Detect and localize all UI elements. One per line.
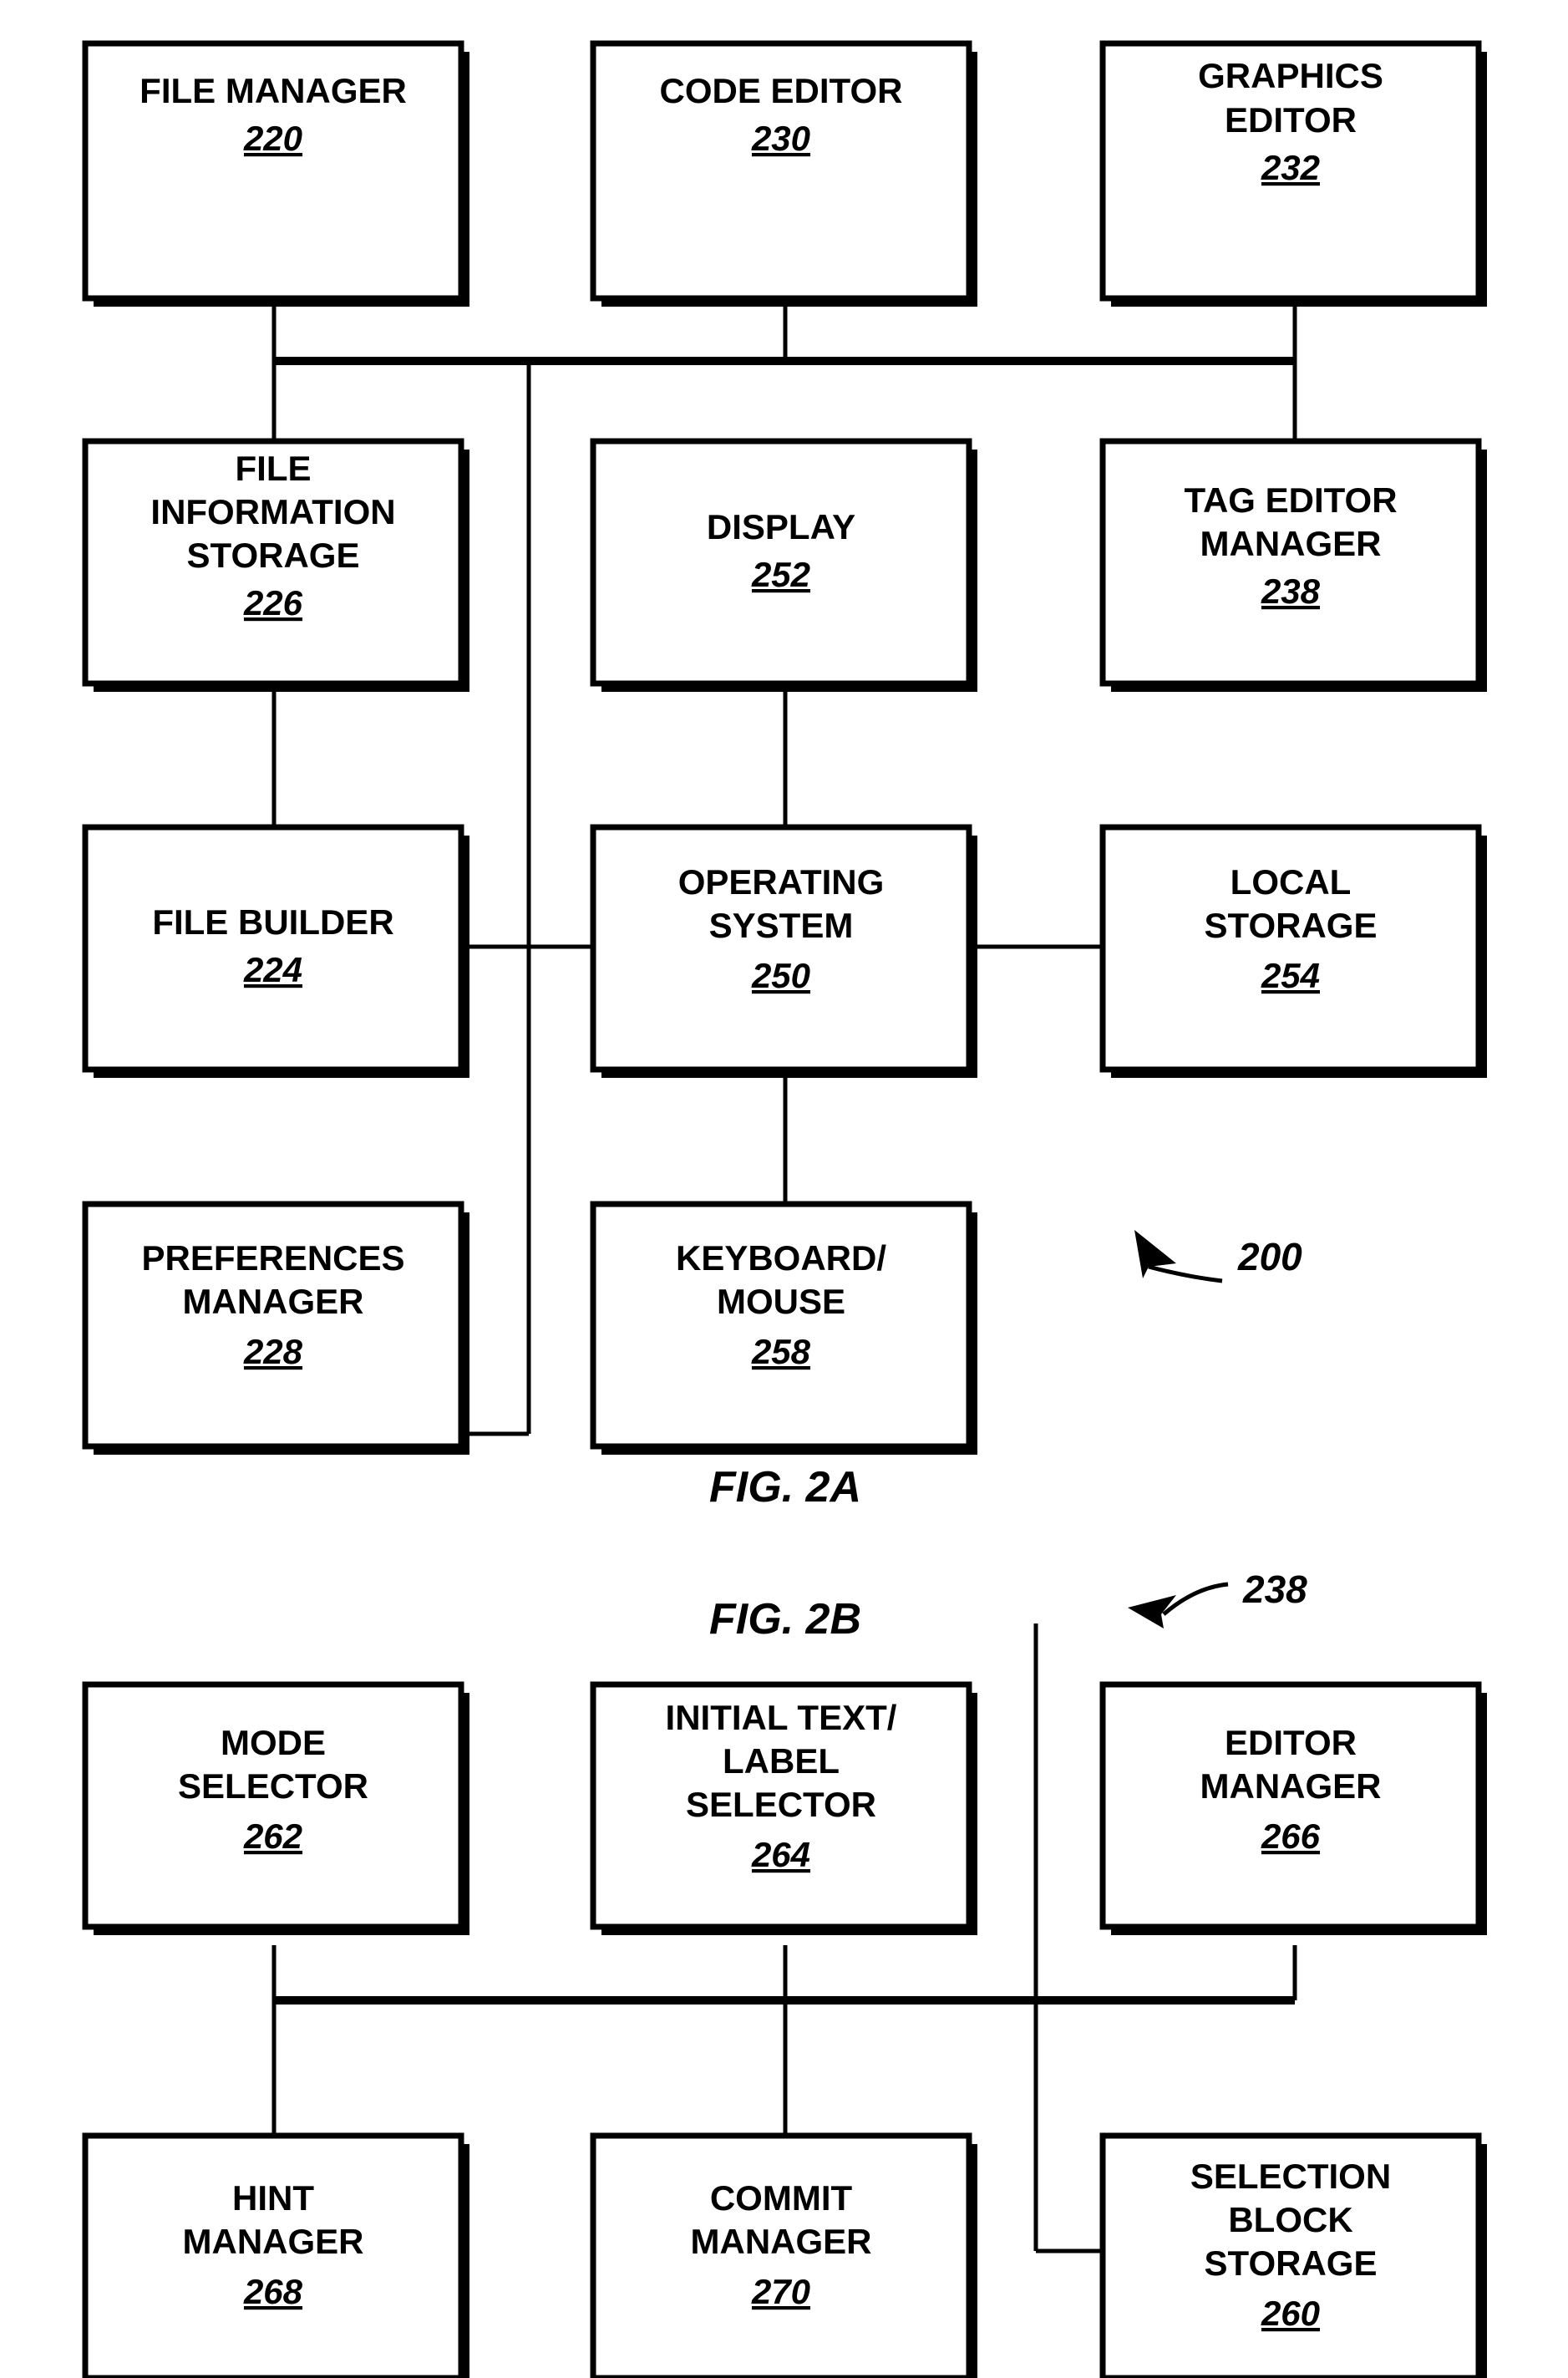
- box-file-builder[interactable]: FILE BUILDER 224: [82, 824, 469, 1078]
- box-label-line: FILE BUILDER: [152, 902, 393, 942]
- box-label-line: INFORMATION: [150, 492, 395, 531]
- box-label-line: MANAGER: [1200, 524, 1382, 563]
- box-reference-number: 264: [751, 1835, 810, 1874]
- box-hint-manager[interactable]: HINT MANAGER 268: [82, 2132, 469, 2378]
- box-preferences-manager[interactable]: PREFERENCES MANAGER 228: [82, 1201, 469, 1455]
- box-reference-number: 232: [1261, 148, 1320, 187]
- box-selection-block-storage[interactable]: SELECTION BLOCK STORAGE 260: [1099, 2132, 1487, 2378]
- box-reference-number: 230: [751, 119, 810, 158]
- box-label-line: SELECTOR: [686, 1785, 876, 1824]
- box-label-line: PREFERENCES: [141, 1238, 404, 1278]
- box-label-line: GRAPHICS: [1198, 56, 1383, 95]
- box-reference-number: 238: [1261, 572, 1321, 611]
- box-reference-number: 254: [1261, 956, 1320, 995]
- block-diagram-canvas: FILE MANAGER 220 CODE EDITOR 230 GRAPHIC…: [82, 40, 1487, 2378]
- box-label-line: SYSTEM: [709, 906, 854, 945]
- box-reference-number: 252: [751, 555, 810, 594]
- box-label-line: CODE EDITOR: [660, 71, 903, 110]
- box-label-line: DISPLAY: [707, 507, 855, 546]
- box-label-line: BLOCK: [1228, 2200, 1352, 2239]
- box-reference-number: 226: [243, 583, 303, 622]
- box-label-line: COMMIT: [710, 2178, 853, 2218]
- box-label-line: KEYBOARD/: [676, 1238, 886, 1278]
- box-operating-system[interactable]: OPERATING SYSTEM 250: [590, 824, 977, 1078]
- leader-line: [1148, 1264, 1223, 1283]
- box-label-line: STORAGE: [1205, 2243, 1378, 2283]
- box-label-line: MANAGER: [183, 2222, 364, 2261]
- box-local-storage[interactable]: LOCAL STORAGE 254: [1099, 824, 1487, 1078]
- box-file-manager[interactable]: FILE MANAGER 220: [82, 40, 469, 307]
- box-reference-number: 268: [243, 2272, 303, 2311]
- figure-caption-2b: FIG. 2B: [709, 1595, 861, 1644]
- reference-callout-200: 200: [1134, 1230, 1302, 1283]
- box-label-line: LABEL: [723, 1741, 840, 1781]
- box-label-line: EDITOR: [1225, 100, 1357, 140]
- box-reference-number: 250: [751, 956, 810, 995]
- reference-callout-238: 238: [1128, 1568, 1307, 1629]
- box-label-line: EDITOR: [1225, 1723, 1357, 1762]
- box-label-line: MOUSE: [717, 1282, 845, 1321]
- box-reference-number: 228: [243, 1332, 303, 1371]
- box-label-line: TAG EDITOR: [1184, 480, 1397, 520]
- box-reference-number: 262: [243, 1817, 302, 1856]
- box-label-line: LOCAL: [1231, 862, 1352, 902]
- box-label-line: HINT: [232, 2178, 314, 2218]
- reference-number-238: 238: [1242, 1568, 1307, 1611]
- box-label-line: OPERATING: [678, 862, 885, 902]
- reference-number-200: 200: [1237, 1235, 1302, 1278]
- box-label-line: INITIAL TEXT/: [666, 1698, 897, 1737]
- box-label-line: FILE: [236, 449, 312, 488]
- figure-caption-2a: FIG. 2A: [709, 1463, 861, 1512]
- box-label-line: MANAGER: [1200, 1766, 1382, 1806]
- box-graphics-editor[interactable]: GRAPHICS EDITOR 232: [1099, 40, 1487, 307]
- box-reference-number: 270: [751, 2272, 810, 2311]
- box-outline: [82, 824, 464, 1073]
- box-reference-number: 258: [751, 1332, 811, 1371]
- box-code-editor[interactable]: CODE EDITOR 230: [590, 40, 977, 307]
- box-reference-number: 224: [243, 950, 302, 989]
- box-keyboard-mouse[interactable]: KEYBOARD/ MOUSE 258: [590, 1201, 977, 1455]
- box-label-line: SELECTOR: [178, 1766, 368, 1806]
- box-outline: [82, 1681, 464, 1930]
- box-label-line: MANAGER: [183, 1282, 364, 1321]
- box-outline: [1099, 1681, 1482, 1930]
- box-editor-manager[interactable]: EDITOR MANAGER 266: [1099, 1681, 1487, 1935]
- box-display[interactable]: DISPLAY 252: [590, 438, 977, 692]
- box-label-line: STORAGE: [1205, 906, 1378, 945]
- box-file-information-storage[interactable]: FILE INFORMATION STORAGE 226: [82, 438, 469, 692]
- box-initial-text-label-selector[interactable]: INITIAL TEXT/ LABEL SELECTOR 264: [590, 1681, 977, 1935]
- patent-figure-page: FILE MANAGER 220 CODE EDITOR 230 GRAPHIC…: [0, 0, 1568, 2378]
- box-mode-selector[interactable]: MODE SELECTOR 262: [82, 1681, 469, 1935]
- box-commit-manager[interactable]: COMMIT MANAGER 270: [590, 2132, 977, 2378]
- box-reference-number: 220: [243, 119, 302, 158]
- box-label-line: SELECTION: [1190, 2157, 1391, 2196]
- box-label-line: STORAGE: [187, 536, 360, 575]
- box-label-line: FILE MANAGER: [140, 71, 407, 110]
- leader-line: [1162, 1582, 1229, 1616]
- box-reference-number: 260: [1261, 2294, 1320, 2333]
- box-label-line: MANAGER: [691, 2222, 872, 2261]
- box-tag-editor-manager[interactable]: TAG EDITOR MANAGER 238: [1099, 438, 1487, 692]
- box-label-line: MODE: [221, 1723, 326, 1762]
- box-reference-number: 266: [1261, 1817, 1321, 1856]
